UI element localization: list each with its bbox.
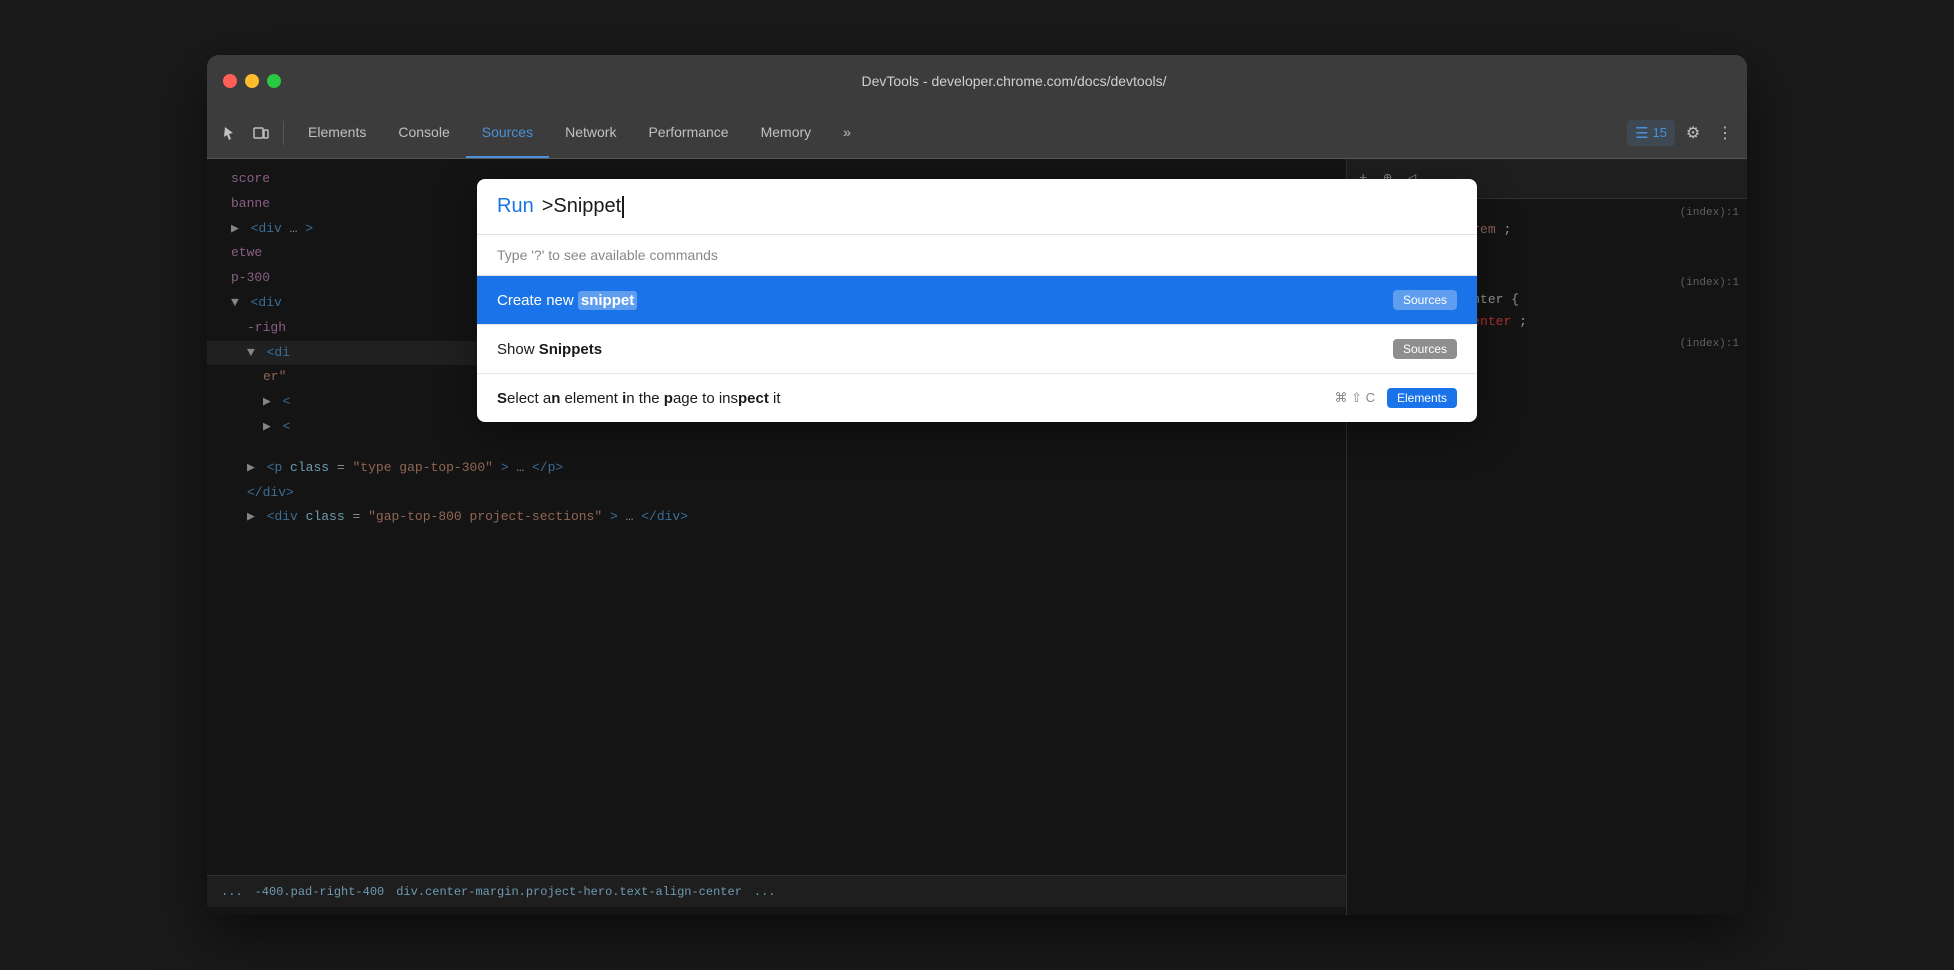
toolbar-separator	[283, 121, 284, 145]
device-toggle-icon[interactable]	[247, 119, 275, 147]
tab-more[interactable]: »	[827, 107, 867, 158]
tab-elements[interactable]: Elements	[292, 107, 382, 158]
command-item-badge-elements: Elements	[1387, 388, 1457, 408]
minimize-button[interactable]	[245, 74, 259, 88]
titlebar: DevTools - developer.chrome.com/docs/dev…	[207, 55, 1747, 107]
command-input-text[interactable]: >Snippet	[542, 195, 625, 218]
command-item-badge-sources-1: Sources	[1393, 290, 1457, 310]
maximize-button[interactable]	[267, 74, 281, 88]
devtools-container: Elements Console Sources Network Perform…	[207, 107, 1747, 915]
settings-icon[interactable]: ⚙	[1679, 119, 1707, 147]
tab-console[interactable]: Console	[382, 107, 465, 158]
command-run-label: Run	[497, 195, 534, 218]
command-item-label: Select an element in the page to inspect…	[497, 390, 1334, 407]
devtools-tabs: Elements Console Sources Network Perform…	[292, 107, 1623, 158]
command-item-select-element[interactable]: Select an element in the page to inspect…	[477, 374, 1477, 422]
breakpoints-count: 15	[1653, 125, 1667, 140]
breakpoints-icon: ☰	[1635, 124, 1648, 142]
window-title: DevTools - developer.chrome.com/docs/dev…	[297, 73, 1731, 89]
more-options-icon[interactable]: ⋮	[1711, 119, 1739, 147]
traffic-lights	[223, 74, 281, 88]
command-input-row: Run >Snippet	[477, 179, 1477, 235]
cursor	[622, 196, 624, 218]
breakpoints-badge[interactable]: ☰ 15	[1627, 120, 1675, 146]
bold-text: Snippets	[539, 341, 602, 358]
devtools-toolbar: Elements Console Sources Network Perform…	[207, 107, 1747, 159]
command-hint: Type '?' to see available commands	[477, 235, 1477, 276]
command-item-show-snippets[interactable]: Show Snippets Sources	[477, 325, 1477, 374]
tab-network[interactable]: Network	[549, 107, 632, 158]
command-item-create-snippet[interactable]: Create new snippet Sources	[477, 276, 1477, 325]
cursor-icon[interactable]	[215, 119, 243, 147]
command-item-label: Create new snippet	[497, 292, 1393, 309]
command-item-badge-sources-2: Sources	[1393, 339, 1457, 359]
highlight-word: snippet	[578, 291, 637, 310]
command-item-label: Show Snippets	[497, 341, 1393, 358]
devtools-window: DevTools - developer.chrome.com/docs/dev…	[207, 55, 1747, 915]
tab-memory[interactable]: Memory	[745, 107, 828, 158]
tab-performance[interactable]: Performance	[632, 107, 744, 158]
tab-sources[interactable]: Sources	[466, 107, 549, 158]
main-content: score banne <div … > etwe p-300	[207, 159, 1747, 915]
toolbar-right: ☰ 15 ⚙ ⋮	[1627, 119, 1739, 147]
command-overlay: Run >Snippet Type '?' to see available c…	[207, 159, 1747, 915]
command-shortcut: ⌘ ⇧ C	[1334, 390, 1375, 406]
command-menu: Run >Snippet Type '?' to see available c…	[477, 179, 1477, 422]
close-button[interactable]	[223, 74, 237, 88]
